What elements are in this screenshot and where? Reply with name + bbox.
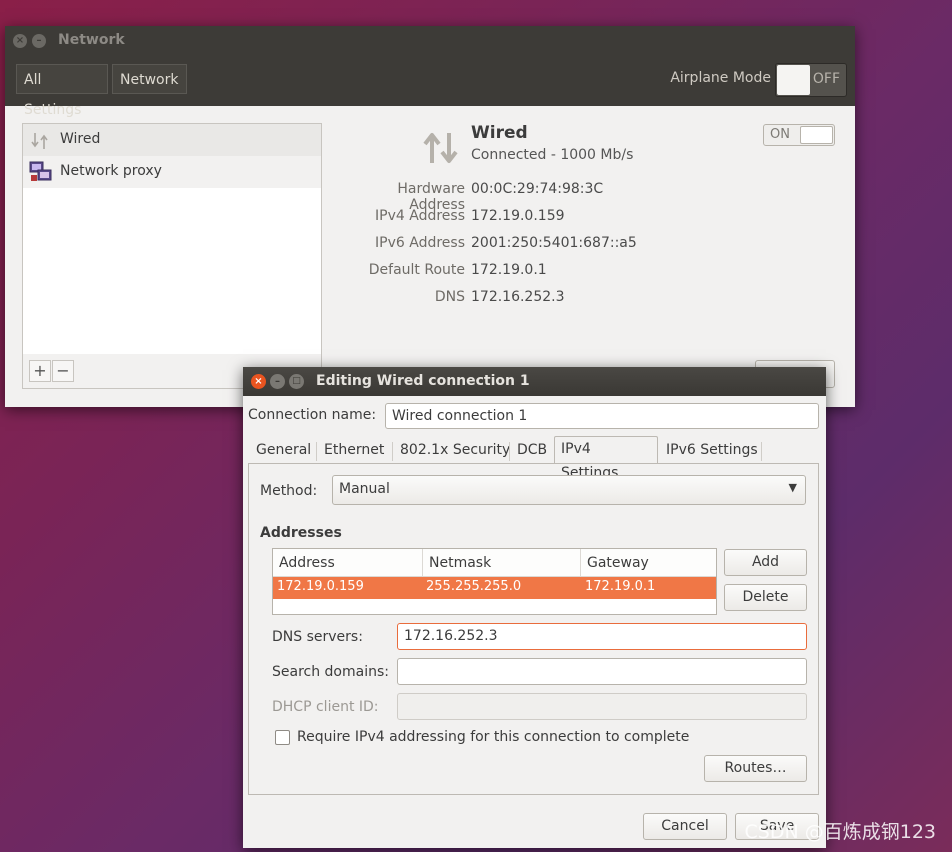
- addresses-table[interactable]: Address Netmask Gateway 172.19.0.159 255…: [272, 548, 717, 615]
- dns-servers-input[interactable]: 172.16.252.3: [397, 623, 807, 650]
- search-domains-input[interactable]: [397, 658, 807, 685]
- dhcp-client-id-label: DHCP client ID:: [272, 699, 379, 715]
- airplane-toggle-state: OFF: [812, 71, 840, 87]
- close-window-icon[interactable]: ×: [13, 34, 27, 48]
- column-header-netmask[interactable]: Netmask: [423, 549, 581, 577]
- tab-general[interactable]: General: [250, 438, 317, 464]
- all-settings-button[interactable]: All Settings: [16, 64, 108, 118]
- edit-connection-dialog: × – □ Editing Wired connection 1 Connect…: [243, 367, 826, 848]
- cell-address: 172.19.0.159: [277, 579, 364, 594]
- tab-separator: [316, 442, 317, 461]
- device-item-wired[interactable]: Wired: [23, 124, 321, 156]
- default-route-value: 172.19.0.1: [471, 262, 547, 278]
- minimize-window-icon[interactable]: –: [32, 34, 46, 48]
- dns-value: 172.16.252.3: [471, 289, 565, 305]
- hardware-address-value: 00:0C:29:74:98:3C: [471, 181, 604, 197]
- dns-label: DNS: [434, 289, 465, 305]
- cancel-button[interactable]: Cancel: [643, 813, 727, 840]
- wired-icon: [31, 133, 48, 149]
- dhcp-client-id-input[interactable]: [397, 693, 807, 720]
- tab-ipv4-settings[interactable]: IPv4 Settings: [554, 436, 658, 481]
- default-route-label: Default Route: [368, 262, 465, 278]
- airplane-mode-label: Airplane Mode: [670, 70, 771, 86]
- wired-status: Connected - 1000 Mb/s: [471, 147, 634, 163]
- device-label-wired: Wired: [60, 131, 101, 147]
- cell-netmask: 255.255.255.0: [426, 579, 522, 594]
- routes-button[interactable]: Routes…: [704, 755, 807, 782]
- method-label: Method:: [260, 483, 318, 499]
- network-proxy-icon: [29, 161, 52, 181]
- wired-toggle[interactable]: ON: [763, 124, 835, 146]
- wired-toggle-state: ON: [770, 127, 790, 142]
- method-selected-value: Manual: [339, 481, 390, 497]
- column-header-address[interactable]: Address: [273, 549, 423, 577]
- maximize-dialog-icon[interactable]: □: [289, 374, 304, 389]
- tab-ethernet[interactable]: Ethernet: [318, 438, 390, 464]
- dialog-title: Editing Wired connection 1: [316, 373, 530, 389]
- network-settings-window: × – Network All Settings Network Airplan…: [5, 26, 855, 407]
- search-domains-label: Search domains:: [272, 664, 389, 680]
- require-ipv4-label: Require IPv4 addressing for this connect…: [297, 729, 690, 745]
- tab-separator: [509, 442, 510, 461]
- add-device-button[interactable]: +: [29, 360, 51, 382]
- remove-device-button[interactable]: −: [52, 360, 74, 382]
- add-address-button[interactable]: Add: [724, 549, 807, 576]
- connection-name-label: Connection name:: [248, 407, 377, 423]
- tab-separator: [392, 442, 393, 461]
- device-item-network-proxy[interactable]: Network proxy: [23, 156, 321, 188]
- dialog-title-bar: × – □ Editing Wired connection 1: [243, 367, 826, 396]
- delete-address-button[interactable]: Delete: [724, 584, 807, 611]
- device-list: Wired Network proxy: [22, 123, 322, 356]
- wired-toggle-knob: [800, 126, 833, 144]
- airplane-toggle-knob: [777, 65, 810, 95]
- addresses-heading: Addresses: [260, 525, 342, 541]
- require-ipv4-checkbox[interactable]: [275, 730, 290, 745]
- airplane-mode-toggle[interactable]: OFF: [775, 63, 847, 97]
- watermark-text: CSDN @百炼成钢123: [744, 821, 936, 843]
- window-title: Network: [58, 32, 125, 48]
- ipv6-address-value: 2001:250:5401:687::a5: [471, 235, 637, 251]
- network-toolbar: All Settings Network Airplane Mode OFF: [5, 56, 855, 118]
- network-title-bar: × – Network: [5, 26, 855, 56]
- table-row[interactable]: 172.19.0.159 255.255.255.0 172.19.0.1: [273, 577, 716, 599]
- wired-title: Wired: [471, 123, 528, 143]
- ipv4-address-value: 172.19.0.159: [471, 208, 565, 224]
- tab-dcb[interactable]: DCB: [511, 438, 553, 464]
- breadcrumb-network-button[interactable]: Network: [112, 64, 187, 94]
- cell-gateway: 172.19.0.1: [585, 579, 656, 594]
- method-select[interactable]: Manual ▼: [332, 475, 806, 505]
- ipv6-address-label: IPv6 Address: [375, 235, 465, 251]
- connection-name-input[interactable]: Wired connection 1: [385, 403, 819, 429]
- minimize-dialog-icon[interactable]: –: [270, 374, 285, 389]
- wired-connection-icon: [423, 133, 458, 163]
- tab-8021x-security[interactable]: 802.1x Security: [394, 438, 516, 464]
- device-label-network-proxy: Network proxy: [60, 163, 162, 179]
- tab-separator: [761, 442, 762, 461]
- tab-ipv6-settings[interactable]: IPv6 Settings: [660, 438, 764, 464]
- column-header-gateway[interactable]: Gateway: [581, 549, 716, 577]
- ipv4-address-label: IPv4 Address: [375, 208, 465, 224]
- close-dialog-icon[interactable]: ×: [251, 374, 266, 389]
- chevron-down-icon: ▼: [788, 481, 797, 494]
- dns-servers-label: DNS servers:: [272, 629, 363, 645]
